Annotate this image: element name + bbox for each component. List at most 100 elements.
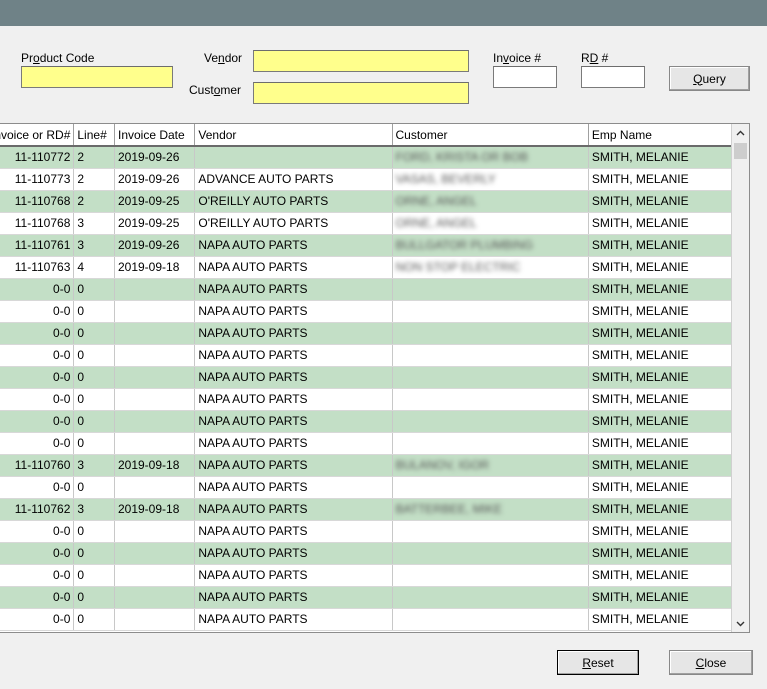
cell-emp-name: SMITH, MELANIE [588, 234, 738, 257]
col-header-vendor[interactable]: Vendor [194, 124, 393, 147]
table-row[interactable]: 0-0 0 NAPA AUTO PARTS SMITH, MELANIE [0, 586, 738, 609]
product-code-input[interactable] [22, 67, 172, 87]
cell-customer [392, 366, 589, 389]
cell-line: 0 [73, 278, 115, 301]
cell-invoice: 0-0 [0, 344, 75, 367]
col-header-invoice-date[interactable]: Invoice Date [114, 124, 196, 147]
table-row[interactable]: 0-0 0 NAPA AUTO PARTS SMITH, MELANIE [0, 322, 738, 345]
table-row[interactable]: 0-0 0 NAPA AUTO PARTS SMITH, MELANIE [0, 520, 738, 543]
cell-invoice: 0-0 [0, 564, 75, 587]
cell-line: 3 [73, 212, 115, 235]
scrollbar-thumb[interactable] [734, 143, 747, 159]
chevron-up-icon[interactable] [732, 124, 749, 141]
cell-customer [392, 520, 589, 543]
cell-invoice-date [114, 542, 196, 565]
customer-input[interactable] [254, 83, 468, 103]
table-row[interactable]: 0-0 0 NAPA AUTO PARTS SMITH, MELANIE [0, 344, 738, 367]
table-row[interactable]: 0-0 0 NAPA AUTO PARTS SMITH, MELANIE [0, 366, 738, 389]
cell-emp-name: SMITH, MELANIE [588, 586, 738, 609]
cell-customer [392, 300, 589, 323]
col-header-line[interactable]: Line# [73, 124, 115, 147]
cell-invoice-date [114, 608, 196, 631]
table-row[interactable]: 11-110773 2 2019-09-26 ADVANCE AUTO PARTS VA… [0, 168, 738, 191]
cell-vendor: NAPA AUTO PARTS [194, 542, 393, 565]
cell-line: 2 [73, 190, 115, 213]
table-row[interactable]: 0-0 0 NAPA AUTO PARTS SMITH, MELANIE [0, 608, 738, 631]
table-row[interactable]: 0-0 0 NAPA AUTO PARTS SMITH, MELANIE [0, 410, 738, 433]
table-row[interactable]: 0-0 0 NAPA AUTO PARTS SMITH, MELANIE [0, 542, 738, 565]
cell-invoice-date [114, 520, 196, 543]
table-row[interactable]: 11-110760 3 2019-09-18 NAPA AUTO PARTS BULAN… [0, 454, 738, 477]
col-header-invoice[interactable]: Invoice or RD# [0, 124, 75, 147]
table-row[interactable]: 11-110768 3 2019-09-25 O'REILLY AUTO PARTS O… [0, 212, 738, 235]
cell-customer: BULANOV, IGOR [392, 454, 589, 477]
cell-emp-name: SMITH, MELANIE [588, 388, 738, 411]
cell-customer [392, 344, 589, 367]
cell-customer: BULLGATOR PLUMBING [392, 234, 589, 257]
cell-line: 2 [73, 146, 115, 169]
cell-emp-name: SMITH, MELANIE [588, 498, 738, 521]
table-row[interactable]: 0-0 0 NAPA AUTO PARTS SMITH, MELANIE [0, 564, 738, 587]
chevron-down-icon[interactable] [732, 615, 749, 632]
cell-vendor: NAPA AUTO PARTS [194, 388, 393, 411]
cell-invoice-date [114, 388, 196, 411]
invoice-field[interactable] [493, 66, 557, 88]
cell-invoice-date [114, 366, 196, 389]
cell-invoice: 0-0 [0, 542, 75, 565]
col-header-customer[interactable]: Customer [392, 124, 589, 147]
query-button[interactable]: Query [669, 66, 750, 91]
cell-invoice: 0-0 [0, 520, 75, 543]
cell-customer: FORD, KRISTA OR BOB [392, 146, 589, 169]
table-row[interactable]: 0-0 0 NAPA AUTO PARTS SMITH, MELANIE [0, 432, 738, 455]
rd-field[interactable] [581, 66, 645, 88]
cell-invoice: 11-110761 [0, 234, 75, 257]
table-row[interactable]: 0-0 0 NAPA AUTO PARTS SMITH, MELANIE [0, 300, 738, 323]
cell-vendor: NAPA AUTO PARTS [194, 300, 393, 323]
results-grid[interactable]: Invoice or RD# Line# Invoice Date Vendor… [0, 123, 750, 633]
cell-customer: VASAS, BEVERLY [392, 168, 589, 191]
cell-vendor: NAPA AUTO PARTS [194, 256, 393, 279]
cell-invoice: 11-110762 [0, 498, 75, 521]
customer-field[interactable] [253, 82, 469, 104]
vendor-field[interactable] [253, 50, 469, 72]
table-row[interactable]: 0-0 0 NAPA AUTO PARTS SMITH, MELANIE [0, 278, 738, 301]
cell-emp-name: SMITH, MELANIE [588, 366, 738, 389]
product-code-field[interactable] [21, 66, 173, 88]
cell-vendor: ADVANCE AUTO PARTS [194, 168, 393, 191]
cell-line: 0 [73, 608, 115, 631]
col-header-emp-name[interactable]: Emp Name [588, 124, 738, 147]
cell-invoice-date [114, 586, 196, 609]
cell-invoice-date [114, 278, 196, 301]
table-row[interactable]: 11-110761 3 2019-09-26 NAPA AUTO PARTS BULLG… [0, 234, 738, 257]
invoice-input[interactable] [494, 67, 556, 87]
vendor-input[interactable] [254, 51, 468, 71]
table-row[interactable]: 11-110768 2 2019-09-25 O'REILLY AUTO PARTS O… [0, 190, 738, 213]
table-row[interactable]: 11-110762 3 2019-09-18 NAPA AUTO PARTS BATTE… [0, 498, 738, 521]
cell-vendor: O'REILLY AUTO PARTS [194, 212, 393, 235]
cell-line: 3 [73, 498, 115, 521]
cell-line: 0 [73, 344, 115, 367]
cell-invoice: 11-110763 [0, 256, 75, 279]
cell-invoice: 0-0 [0, 432, 75, 455]
cell-invoice-date: 2019-09-18 [114, 256, 196, 279]
table-row[interactable]: 11-110772 2 2019-09-26 FORD, KRISTA OR BOB S… [0, 146, 738, 169]
cell-line: 2 [73, 168, 115, 191]
table-row[interactable]: 11-110763 4 2019-09-18 NAPA AUTO PARTS NON S… [0, 256, 738, 279]
cell-vendor: O'REILLY AUTO PARTS [194, 190, 393, 213]
table-row[interactable]: 0-0 0 NAPA AUTO PARTS SMITH, MELANIE [0, 476, 738, 499]
close-button[interactable]: Close [669, 650, 753, 675]
reset-button[interactable]: Reset [557, 650, 639, 675]
cell-invoice: 0-0 [0, 300, 75, 323]
table-row[interactable]: 0-0 0 NAPA AUTO PARTS SMITH, MELANIE [0, 388, 738, 411]
table-header-row: Invoice or RD# Line# Invoice Date Vendor… [0, 124, 738, 147]
cell-invoice-date: 2019-09-26 [114, 146, 196, 169]
cell-invoice: 11-110760 [0, 454, 75, 477]
cell-emp-name: SMITH, MELANIE [588, 542, 738, 565]
vertical-scrollbar[interactable] [731, 124, 749, 632]
cell-customer [392, 564, 589, 587]
cell-customer [392, 388, 589, 411]
rd-input[interactable] [582, 67, 644, 87]
cell-emp-name: SMITH, MELANIE [588, 432, 738, 455]
cell-invoice-date [114, 322, 196, 345]
cell-invoice: 11-110768 [0, 212, 75, 235]
